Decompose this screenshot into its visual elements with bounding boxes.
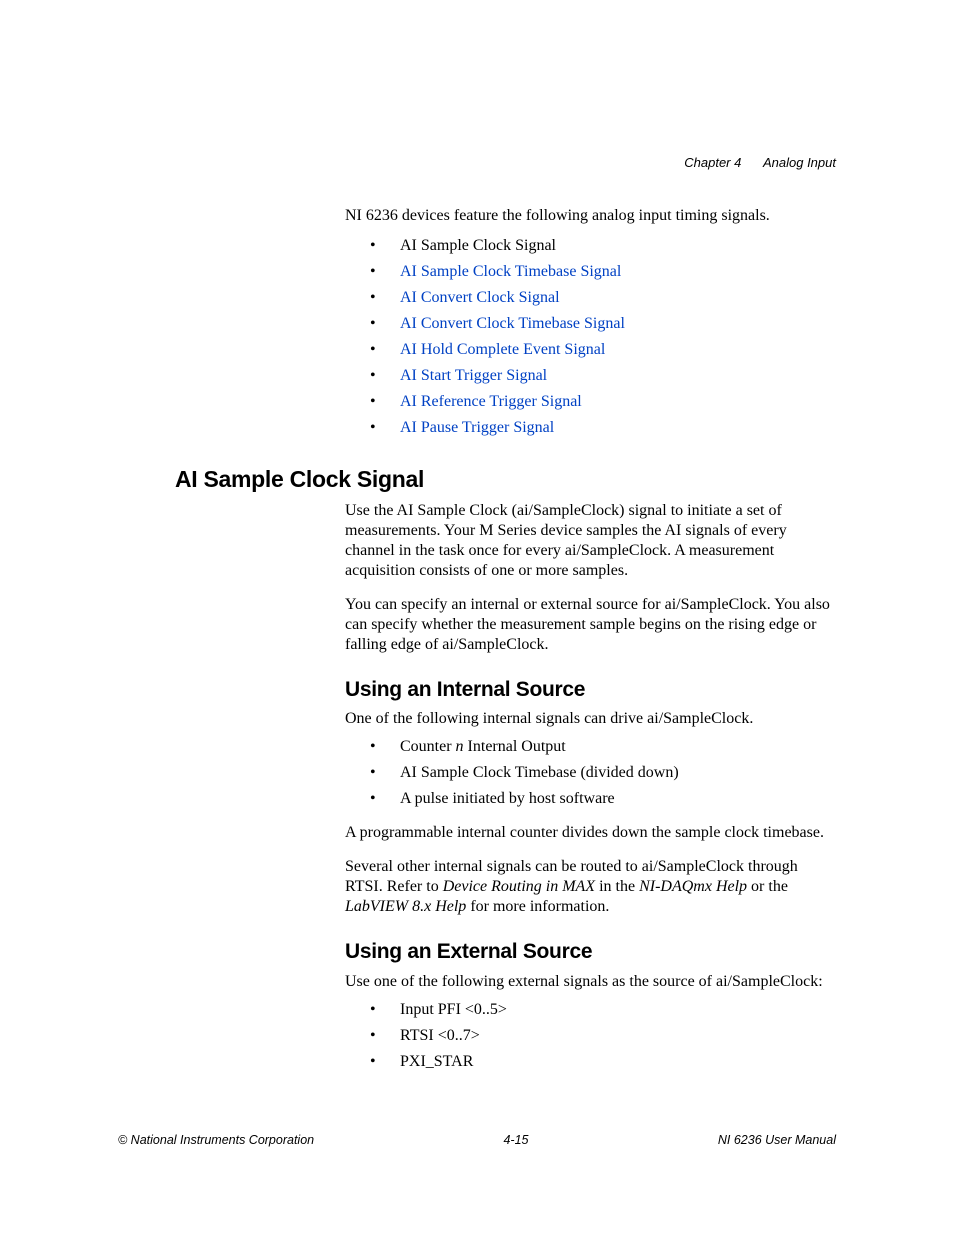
list-item: AI Convert Clock Timebase Signal <box>370 314 834 334</box>
footer-copyright: © National Instruments Corporation <box>118 1133 314 1147</box>
signal-link[interactable]: AI Sample Clock Timebase Signal <box>400 263 621 280</box>
signal-link[interactable]: AI Reference Trigger Signal <box>400 393 582 410</box>
list-item: AI Sample Clock Signal <box>370 236 834 256</box>
document-page: Chapter 4 Analog Input NI 6236 devices f… <box>0 0 954 1235</box>
chapter-title: Analog Input <box>763 155 836 170</box>
list-item: RTSI <0..7> <box>370 1026 834 1046</box>
list-item: AI Hold Complete Event Signal <box>370 340 834 360</box>
li-n: n <box>456 738 464 755</box>
list-item: AI Start Trigger Signal <box>370 366 834 386</box>
signal-link[interactable]: AI Hold Complete Event Signal <box>400 341 605 358</box>
page-header: Chapter 4 Analog Input <box>684 155 836 170</box>
paragraph: Use one of the following external signal… <box>345 972 834 992</box>
list-item: AI Sample Clock Timebase Signal <box>370 262 834 282</box>
list-item: PXI_STAR <box>370 1052 834 1072</box>
list-item: AI Pause Trigger Signal <box>370 418 834 438</box>
signal-list: AI Sample Clock Signal AI Sample Clock T… <box>370 236 834 438</box>
footer-page-number: 4-15 <box>503 1133 528 1147</box>
external-source-list: Input PFI <0..5> RTSI <0..7> PXI_STAR <box>370 1000 834 1072</box>
internal-source-list: Counter n Internal Output AI Sample Cloc… <box>370 737 834 809</box>
list-item: Counter n Internal Output <box>370 737 834 757</box>
paragraph: One of the following internal signals ca… <box>345 709 834 729</box>
list-item: Input PFI <0..5> <box>370 1000 834 1020</box>
signal-link[interactable]: AI Convert Clock Timebase Signal <box>400 315 625 332</box>
paragraph: A programmable internal counter divides … <box>345 823 834 843</box>
paragraph: Use the AI Sample Clock (ai/SampleClock)… <box>345 501 834 581</box>
intro-block: NI 6236 devices feature the following an… <box>345 206 834 438</box>
t: for more information. <box>466 898 609 915</box>
list-item: AI Sample Clock Timebase (divided down) <box>370 763 834 783</box>
subsection-heading-external: Using an External Source <box>345 939 834 965</box>
signal-link[interactable]: AI Convert Clock Signal <box>400 289 560 306</box>
intro-text: NI 6236 devices feature the following an… <box>345 206 834 226</box>
list-item: A pulse initiated by host software <box>370 789 834 809</box>
section-heading-sample-clock: AI Sample Clock Signal <box>175 466 834 493</box>
paragraph: You can specify an internal or external … <box>345 595 834 655</box>
t: NI-DAQmx Help <box>639 878 747 895</box>
section-body: Use the AI Sample Clock (ai/SampleClock)… <box>345 501 834 1072</box>
signal-text: AI Sample Clock Signal <box>400 237 556 254</box>
page-footer: © National Instruments Corporation 4-15 … <box>118 1133 836 1147</box>
signal-link[interactable]: AI Start Trigger Signal <box>400 367 547 384</box>
t: Device Routing in MAX <box>443 878 595 895</box>
footer-manual-title: NI 6236 User Manual <box>718 1133 836 1147</box>
paragraph: Several other internal signals can be ro… <box>345 857 834 917</box>
li-post: Internal Output <box>464 738 566 755</box>
t: or the <box>747 878 788 895</box>
signal-link[interactable]: AI Pause Trigger Signal <box>400 419 554 436</box>
t: in the <box>595 878 639 895</box>
chapter-label: Chapter 4 <box>684 155 741 170</box>
subsection-heading-internal: Using an Internal Source <box>345 677 834 703</box>
li-pre: Counter <box>400 738 456 755</box>
list-item: AI Convert Clock Signal <box>370 288 834 308</box>
t: LabVIEW 8.x Help <box>345 898 466 915</box>
list-item: AI Reference Trigger Signal <box>370 392 834 412</box>
